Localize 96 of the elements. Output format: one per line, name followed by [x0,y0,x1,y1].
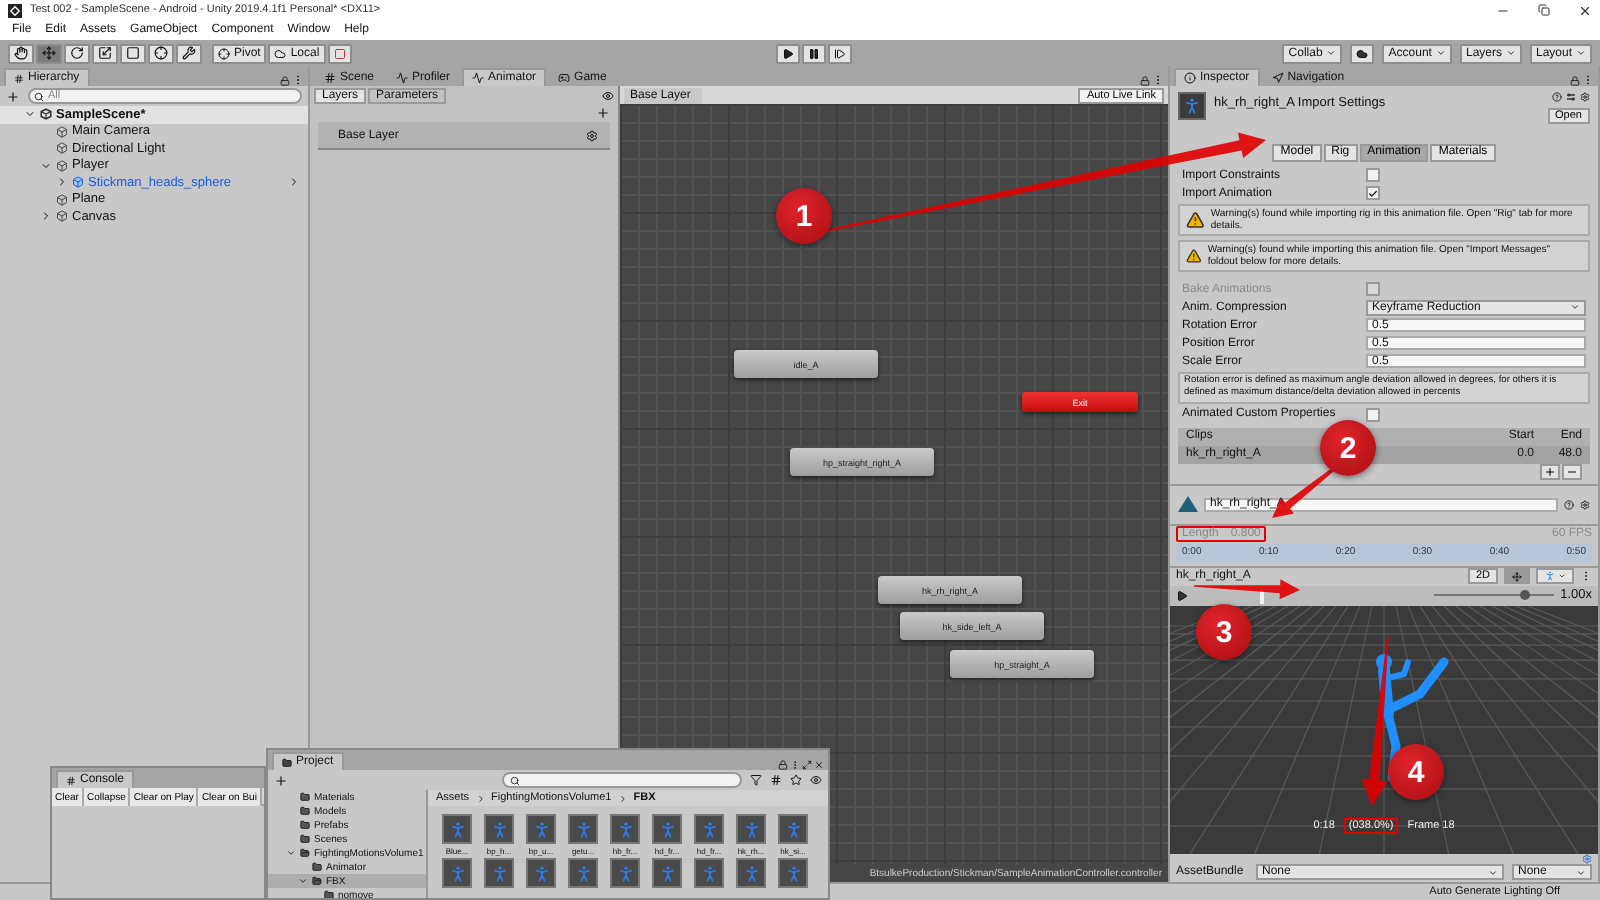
navigation-icon [1271,72,1284,84]
graph-icon [472,72,485,84]
lock-icon[interactable] [280,76,290,86]
avatar-icon [1178,496,1198,513]
play-button[interactable] [775,43,800,63]
folder-icon [312,876,322,886]
tool-button[interactable] [8,43,34,63]
hand-icon [14,46,28,60]
pivot-toggle[interactable] [1504,568,1530,585]
folder-icon [300,820,310,830]
settings-icon[interactable] [586,129,598,141]
restore-icon[interactable] [1538,4,1550,16]
scene-icon [40,108,52,121]
pivot-icon [218,47,230,59]
scale-icon [98,46,112,60]
rect-icon [126,46,140,60]
tool-button[interactable] [92,43,118,63]
warning-icon [1186,246,1202,266]
play-icon [781,47,794,59]
lock-icon[interactable] [1570,76,1580,86]
eye-icon[interactable] [602,89,614,101]
maximize-icon[interactable] [802,760,812,770]
rotate-icon [70,46,84,60]
cloud-button[interactable] [1350,43,1375,63]
caret-icon [1570,302,1580,312]
folder-icon [300,834,310,844]
tool-button[interactable] [64,43,90,63]
snap-icon [333,47,346,59]
caret-icon [1576,48,1587,58]
folder-icon [300,792,310,802]
cube-icon [56,159,68,172]
caret-icon [1326,48,1337,58]
caret-icon [1488,867,1498,877]
star-icon[interactable] [790,774,802,786]
play-icon[interactable] [1176,589,1188,602]
step-icon [833,47,846,59]
folder-icon [300,848,310,858]
wrench-icon [182,46,196,60]
checkbox[interactable] [1366,186,1380,200]
pause-icon [807,47,820,59]
prefab-cube-icon [72,176,84,189]
snap-button[interactable] [327,43,352,63]
folder-icon [312,862,322,872]
separator-icon [475,793,486,803]
add-icon[interactable] [274,773,288,787]
caret-icon [1576,867,1586,877]
add-icon[interactable] [596,106,610,120]
search-field[interactable] [502,772,742,788]
lock-icon[interactable] [778,760,788,770]
sliders-icon[interactable] [1566,92,1576,102]
gamepad-icon [558,72,571,84]
caret-icon [1435,48,1446,58]
checkmark-icon [1368,187,1378,199]
caret-icon [1506,48,1516,58]
step-button[interactable] [827,43,852,63]
settings-icon[interactable] [1580,499,1590,510]
tool-button[interactable] [148,43,174,63]
separator-icon [617,793,628,803]
filter-icon[interactable] [750,774,762,786]
eye-icon[interactable] [810,774,822,786]
pivot-icon [1512,571,1522,582]
folder-icon [282,757,292,767]
cloud-icon [1356,47,1369,59]
cube-icon [56,210,68,223]
info-icon [1184,72,1196,84]
speed-slider[interactable] [1434,587,1555,604]
remove-icon [1566,465,1578,478]
cube-icon [56,193,68,206]
lock-icon[interactable] [1140,76,1150,86]
tool-button[interactable] [176,43,202,63]
search-icon [34,91,44,101]
pause-button[interactable] [801,43,826,63]
pulse-icon [396,72,409,84]
folder-icon [324,890,334,898]
cube-icon [56,125,68,138]
annotation-arrow [1194,579,1300,600]
tool-button[interactable] [36,43,62,63]
close-icon[interactable] [1578,3,1592,17]
warning-icon [1186,210,1205,230]
crosshair-icon [154,46,168,60]
settings-icon[interactable] [1580,92,1590,102]
add-icon[interactable] [6,89,20,103]
chevron-icon[interactable] [288,176,300,189]
checkbox[interactable] [1366,407,1380,422]
grid-icon [324,72,336,84]
checkbox[interactable] [1366,168,1380,182]
cube-icon [56,142,68,155]
figure-icon [1544,570,1556,583]
add-icon [1544,465,1556,478]
help-icon[interactable] [1564,499,1574,510]
search-icon [510,775,520,785]
move-icon [42,46,56,60]
tool-button[interactable] [120,43,146,63]
slider-thumb[interactable] [1519,590,1530,601]
folder-icon [300,806,310,816]
help-icon[interactable] [1552,92,1562,102]
